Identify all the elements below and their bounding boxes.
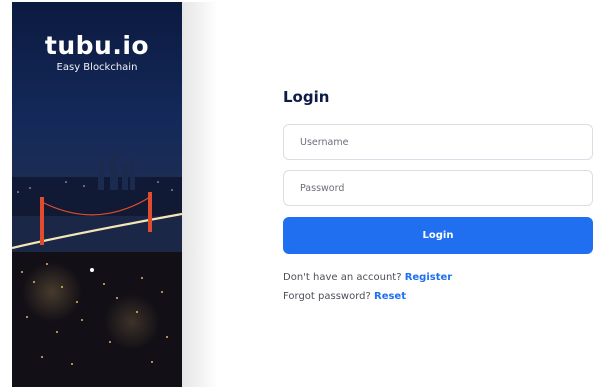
login-button[interactable]: Login	[283, 217, 593, 254]
username-input[interactable]	[283, 124, 593, 160]
login-title: Login	[283, 88, 330, 106]
hero-image-panel: tubu.io Easy Blockchain	[12, 2, 182, 387]
forgot-line: Forgot password? Reset	[283, 291, 406, 302]
reset-link[interactable]: Reset	[374, 291, 406, 302]
register-link[interactable]: Register	[405, 272, 453, 283]
password-input[interactable]	[283, 170, 593, 206]
register-prompt: Don't have an account?	[283, 272, 402, 283]
brand-tagline: Easy Blockchain	[56, 62, 138, 73]
forgot-prompt: Forgot password?	[283, 291, 371, 302]
panel-shadow	[182, 2, 218, 387]
brand: tubu.io Easy Blockchain	[12, 31, 182, 74]
register-line: Don't have an account? Register	[283, 272, 452, 283]
brand-logo: tubu.io	[44, 31, 150, 60]
